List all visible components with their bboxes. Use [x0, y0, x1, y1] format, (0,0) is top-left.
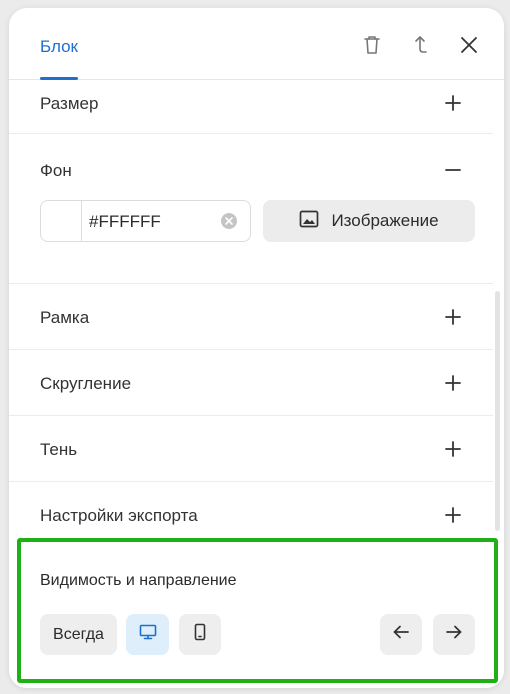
section-label: Фон [40, 161, 72, 180]
background-color-field[interactable]: #FFFFFF [40, 200, 251, 242]
arrow-left-icon [393, 625, 409, 644]
section-label: Скругление [40, 374, 132, 393]
section-export-settings[interactable]: Настройки экспорта [9, 482, 493, 538]
mobile-button[interactable] [179, 614, 221, 655]
tab-block[interactable]: Блок [40, 37, 78, 57]
visibility-title: Видимость и направление [40, 572, 237, 589]
scrollbar[interactable] [495, 291, 500, 531]
plus-icon[interactable] [441, 503, 465, 527]
direction-right-button[interactable] [433, 614, 475, 655]
visibility-direction-section: Видимость и направление Всегда [9, 539, 504, 688]
section-label: Рамка [40, 308, 90, 327]
plus-icon[interactable] [441, 91, 465, 115]
trash-icon[interactable] [359, 32, 385, 58]
desktop-icon [139, 624, 157, 645]
direction-left-button[interactable] [380, 614, 422, 655]
section-label: Размер [40, 94, 99, 113]
image-button-label: Изображение [331, 211, 439, 230]
sections-scroll-area[interactable]: Размер Фон #FFFFFF Изображение Рамка Скр… [9, 81, 504, 538]
always-button[interactable]: Всегда [40, 614, 117, 655]
minus-icon[interactable] [441, 158, 465, 182]
background-image-button[interactable]: Изображение [263, 200, 475, 242]
close-icon[interactable] [456, 32, 482, 58]
color-swatch[interactable] [41, 201, 82, 241]
block-settings-panel: Блок Размер Фон #FFFFFF Изображение Рамк… [9, 8, 504, 688]
arrow-right-icon [446, 625, 462, 644]
section-label: Настройки экспорта [40, 506, 198, 525]
arrow-up-icon[interactable] [408, 32, 434, 58]
always-button-label: Всегда [53, 625, 104, 643]
plus-icon[interactable] [441, 305, 465, 329]
color-value-input[interactable]: #FFFFFF [89, 212, 161, 232]
section-label: Тень [40, 440, 78, 459]
plus-icon[interactable] [441, 437, 465, 461]
panel-header: Блок [9, 8, 504, 80]
section-size[interactable]: Размер [9, 81, 493, 134]
section-shadow[interactable]: Тень [9, 416, 493, 482]
image-icon [299, 210, 319, 233]
section-border[interactable]: Рамка [9, 284, 493, 350]
tab-underline [40, 77, 78, 80]
desktop-button[interactable] [126, 614, 169, 655]
mobile-icon [194, 623, 206, 646]
clear-icon[interactable] [221, 213, 237, 229]
section-rounding[interactable]: Скругление [9, 350, 493, 416]
plus-icon[interactable] [441, 371, 465, 395]
